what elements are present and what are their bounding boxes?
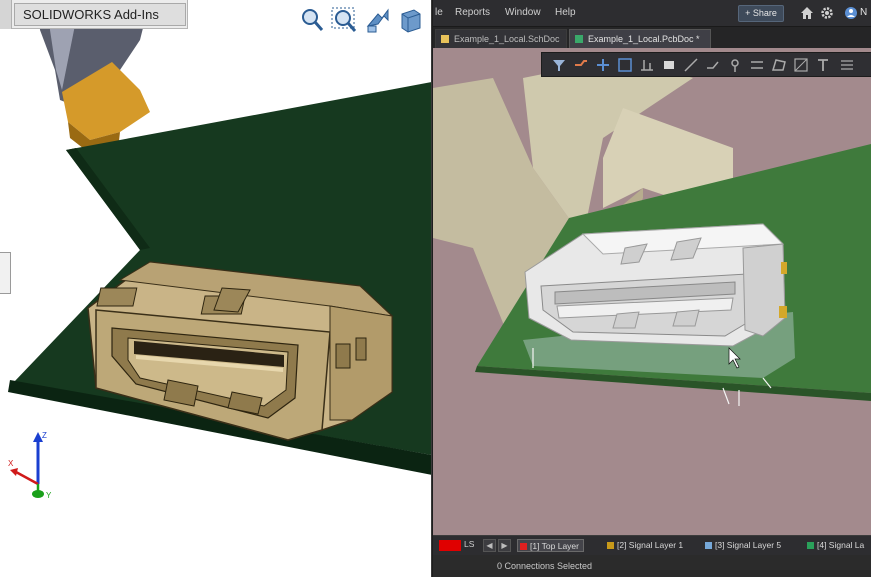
layer-tab-signal-5-label: [3] Signal Layer 5 [715, 540, 782, 550]
pcb-3d-scene [433, 58, 871, 406]
coordinate-triad-icon: Z X Y [8, 431, 52, 500]
layer-tab-signal-la[interactable]: [4] Signal La [805, 539, 864, 552]
layer-color-signal-1 [607, 542, 614, 549]
solidworks-window: SOLIDWORKS Add-Ins Z X Y [0, 0, 432, 577]
document-tabs: Example_1_Local.SchDoc Example_1_Local.P… [433, 27, 871, 48]
select-rect-icon[interactable] [616, 56, 634, 74]
menu-file[interactable]: le [435, 7, 443, 18]
layer-tab-signal-la-label: [4] Signal La [817, 540, 865, 550]
previous-view-icon[interactable] [364, 6, 392, 34]
pcb-doc-icon [575, 35, 583, 43]
feature-manager-toggle[interactable] [0, 252, 11, 294]
tab-pcbdoc[interactable]: Example_1_Local.PcbDoc * [569, 29, 711, 48]
altium-menubar: le Reports Window Help + Share N [433, 0, 871, 27]
text-icon[interactable] [814, 56, 832, 74]
more-icon[interactable] [838, 56, 856, 74]
dimension-icon[interactable] [792, 56, 810, 74]
layer-next-button[interactable]: ▶ [498, 539, 511, 552]
zoom-to-area-icon[interactable] [330, 6, 358, 34]
share-button[interactable]: + Share [738, 5, 784, 22]
layer-tabs-bar: LS ◀ ▶ [1] Top Layer [2] Signal Layer 1 … [433, 536, 871, 555]
schematic-doc-icon [441, 35, 449, 43]
place-component-icon[interactable] [660, 56, 678, 74]
solidworks-addins-tab[interactable]: SOLIDWORKS Add-Ins [0, 0, 188, 29]
triad-axis-z: Z [42, 431, 47, 440]
tab-schdoc-label: Example_1_Local.SchDoc [454, 34, 560, 44]
pin-icon[interactable] [726, 56, 744, 74]
triad-axis-x: X [8, 459, 14, 468]
add-icon[interactable] [594, 56, 612, 74]
heads-up-toolbar [298, 6, 428, 36]
gear-icon[interactable] [820, 6, 834, 20]
align-icon[interactable] [638, 56, 656, 74]
layer-set-label: LS [464, 539, 475, 549]
menu-help[interactable]: Help [555, 7, 576, 18]
tab-schdoc[interactable]: Example_1_Local.SchDoc [435, 29, 567, 48]
pcb-3d-viewport[interactable] [433, 48, 871, 535]
user-initial: N [860, 7, 868, 18]
zoom-to-fit-icon[interactable] [298, 6, 326, 34]
altium-window: le Reports Window Help + Share N Example… [433, 0, 871, 577]
track-icon[interactable] [704, 56, 722, 74]
layer-color-top [520, 543, 527, 550]
current-layer-swatch[interactable] [439, 540, 461, 551]
layer-prev-button[interactable]: ◀ [483, 539, 496, 552]
polygon-icon[interactable] [770, 56, 788, 74]
menu-reports[interactable]: Reports [455, 7, 490, 18]
user-icon[interactable] [844, 6, 858, 20]
layer-tab-top[interactable]: [1] Top Layer [517, 539, 584, 552]
draw-line-icon[interactable] [682, 56, 700, 74]
layer-tab-top-label: [1] Top Layer [530, 541, 579, 551]
solidworks-addins-tab-label: SOLIDWORKS Add-Ins [14, 3, 186, 26]
route-icon[interactable] [572, 56, 590, 74]
layer-tab-signal-1[interactable]: [2] Signal Layer 1 [605, 539, 683, 552]
tab-pcbdoc-label: Example_1_Local.PcbDoc * [588, 34, 700, 44]
filter-icon[interactable] [550, 56, 568, 74]
active-bar-toolbar [541, 52, 871, 77]
triad-axis-y: Y [46, 491, 52, 500]
bus-icon[interactable] [748, 56, 766, 74]
layer-tab-signal-1-label: [2] Signal Layer 1 [617, 540, 684, 550]
layer-color-signal-la [807, 542, 814, 549]
section-view-icon[interactable] [396, 6, 424, 34]
tab-edge [0, 0, 12, 29]
connections-status: 0 Connections Selected [497, 561, 593, 571]
share-button-label: Share [752, 8, 777, 18]
share-plus-icon: + [745, 8, 753, 18]
menu-window[interactable]: Window [505, 7, 541, 18]
home-icon[interactable] [800, 6, 814, 20]
layer-tab-signal-5[interactable]: [3] Signal Layer 5 [703, 539, 781, 552]
status-area: LS ◀ ▶ [1] Top Layer [2] Signal Layer 1 … [433, 535, 871, 577]
layer-color-signal-5 [705, 542, 712, 549]
